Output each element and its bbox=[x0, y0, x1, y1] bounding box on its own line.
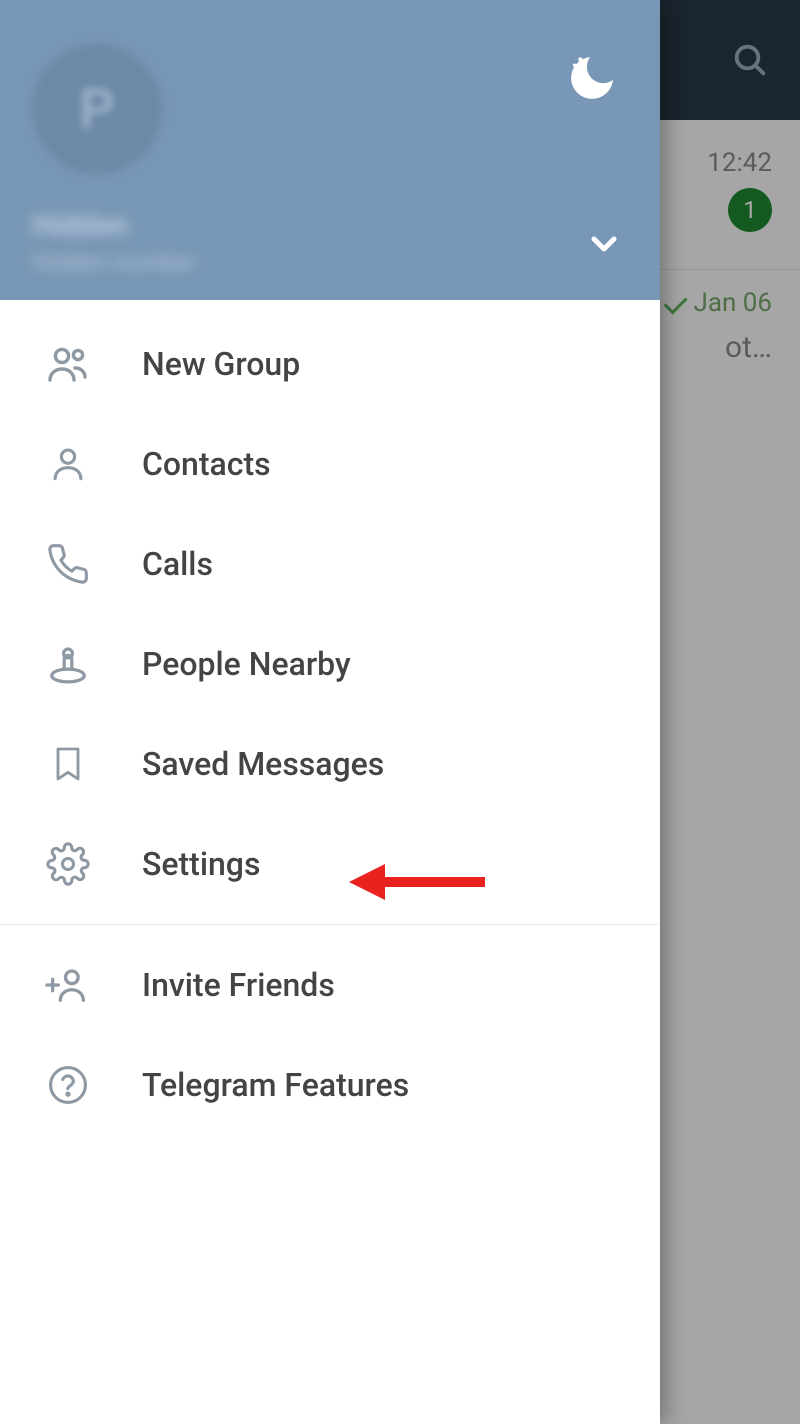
saved-messages-icon bbox=[40, 744, 96, 784]
people-nearby-icon bbox=[40, 641, 96, 687]
night-mode-icon[interactable] bbox=[564, 50, 620, 106]
user-name: Hidden bbox=[32, 208, 128, 243]
settings-icon bbox=[40, 842, 96, 886]
invite-friends-icon bbox=[40, 962, 96, 1008]
menu-label: Settings bbox=[142, 845, 260, 883]
menu-label: Invite Friends bbox=[142, 966, 335, 1004]
menu-label: Telegram Features bbox=[142, 1066, 409, 1104]
menu-item-people-nearby[interactable]: People Nearby bbox=[0, 614, 660, 714]
user-phone: Hidden number bbox=[32, 248, 196, 276]
drawer-menu: New Group Contacts Calls bbox=[0, 300, 660, 1135]
menu-item-saved-messages[interactable]: Saved Messages bbox=[0, 714, 660, 814]
navigation-drawer: P Hidden Hidden number bbox=[0, 0, 660, 1424]
new-group-icon bbox=[40, 340, 96, 388]
menu-item-calls[interactable]: Calls bbox=[0, 514, 660, 614]
menu-item-contacts[interactable]: Contacts bbox=[0, 414, 660, 514]
menu-label: Saved Messages bbox=[142, 745, 384, 783]
menu-label: Contacts bbox=[142, 445, 271, 483]
avatar[interactable]: P bbox=[32, 44, 162, 174]
drawer-header: P Hidden Hidden number bbox=[0, 0, 660, 300]
menu-item-invite-friends[interactable]: Invite Friends bbox=[0, 935, 660, 1035]
calls-icon bbox=[40, 542, 96, 586]
menu-divider bbox=[0, 924, 660, 925]
menu-label: New Group bbox=[142, 345, 300, 383]
menu-label: People Nearby bbox=[142, 645, 351, 683]
menu-item-settings[interactable]: Settings bbox=[0, 814, 660, 914]
menu-label: Calls bbox=[142, 545, 213, 583]
avatar-initial: P bbox=[79, 76, 115, 142]
menu-item-telegram-features[interactable]: Telegram Features bbox=[0, 1035, 660, 1135]
chevron-down-icon[interactable] bbox=[584, 224, 624, 264]
contacts-icon bbox=[40, 442, 96, 486]
menu-item-new-group[interactable]: New Group bbox=[0, 314, 660, 414]
help-icon bbox=[40, 1063, 96, 1107]
